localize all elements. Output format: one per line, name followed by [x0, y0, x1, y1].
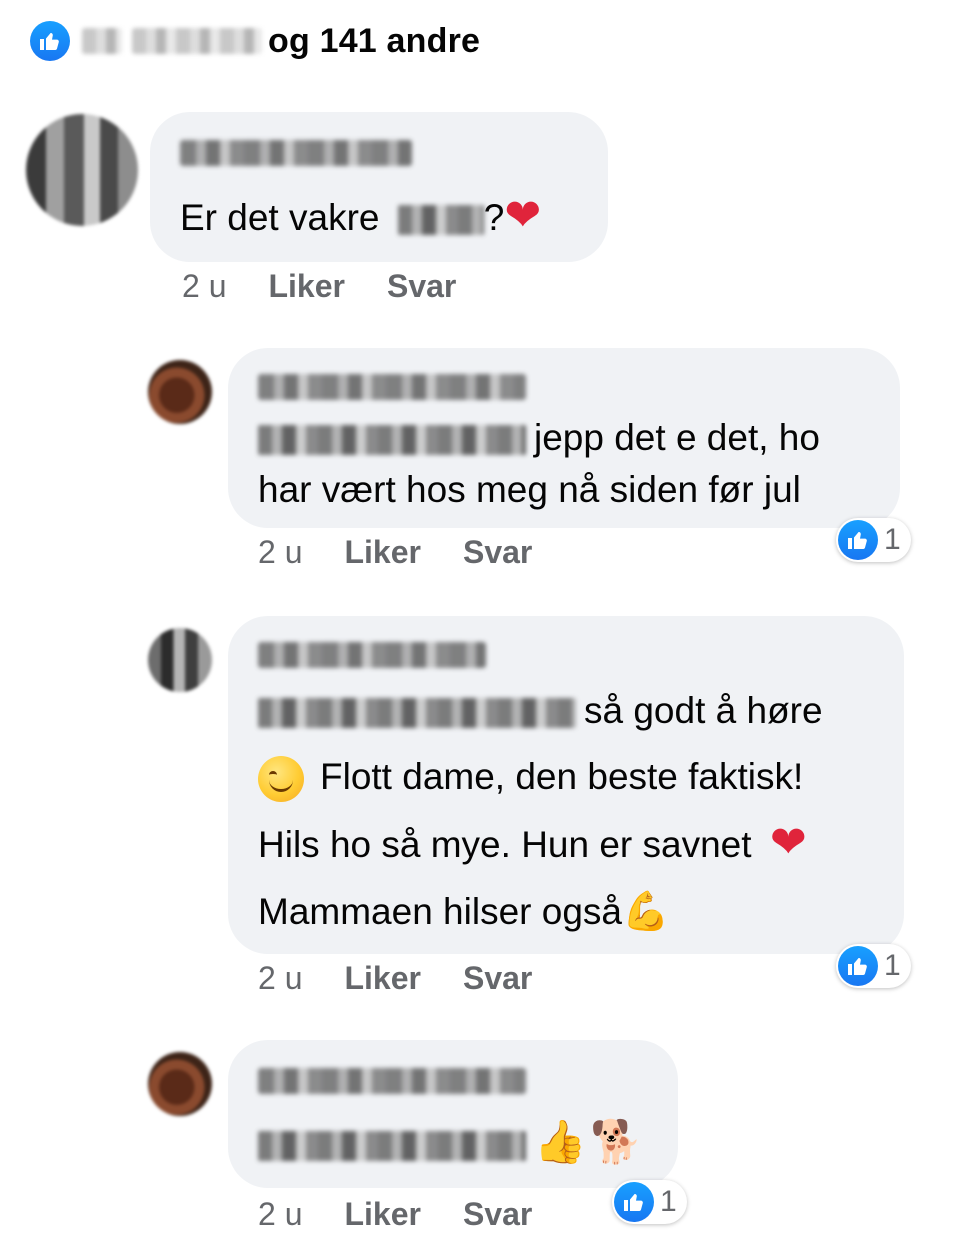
reaction-count[interactable]: 1	[836, 944, 911, 988]
avatar[interactable]	[26, 114, 138, 226]
thumbs-up-emoji: 👍	[534, 1117, 587, 1166]
comment-time[interactable]: 2 u	[258, 534, 302, 571]
mention-tag[interactable]	[258, 698, 576, 729]
comment-text: jepp det e det, ho har vært hos meg nå s…	[258, 417, 820, 510]
likes-summary[interactable]: og 141 andre	[30, 18, 480, 64]
comment-actions: 2 u Liker Svar	[258, 960, 574, 997]
comment-text: Er det vakre ?❤	[180, 190, 542, 241]
like-button[interactable]: Liker	[344, 534, 420, 571]
like-icon	[838, 946, 878, 986]
commenter-name[interactable]	[258, 374, 526, 400]
flexed-biceps-emoji: 💪	[621, 889, 670, 933]
like-button[interactable]: Liker	[344, 960, 420, 997]
reply-button[interactable]: Svar	[387, 268, 456, 305]
commenter-name[interactable]	[180, 140, 412, 166]
heart-emoji: ❤	[769, 817, 807, 868]
smiling-face-emoji	[258, 756, 304, 803]
like-icon	[614, 1182, 654, 1222]
comment-bubble: jepp det e det, ho har vært hos meg nå s…	[228, 348, 900, 528]
commenter-name[interactable]	[258, 1068, 526, 1094]
comment-time[interactable]: 2 u	[182, 268, 226, 305]
reply-button[interactable]: Svar	[463, 960, 532, 997]
mention-tag[interactable]	[258, 1131, 526, 1162]
blurred-name	[82, 28, 122, 54]
dog-emoji: 🐕	[590, 1117, 643, 1166]
comment-actions: 2 u Liker Svar	[258, 1196, 574, 1233]
comment-time[interactable]: 2 u	[258, 960, 302, 997]
comment-actions: 2 u Liker Svar	[258, 534, 574, 571]
avatar[interactable]	[148, 628, 212, 692]
avatar[interactable]	[148, 360, 212, 424]
reaction-count[interactable]: 1	[836, 518, 911, 562]
comment-actions: 2 u Liker Svar	[182, 268, 498, 305]
comment-time[interactable]: 2 u	[258, 1196, 302, 1233]
heart-emoji: ❤	[504, 190, 542, 241]
like-icon	[838, 520, 878, 560]
like-button[interactable]: Liker	[344, 1196, 420, 1233]
reaction-count[interactable]: 1	[612, 1180, 687, 1224]
comment-text: 👍🐕	[258, 1116, 643, 1170]
avatar[interactable]	[148, 1052, 212, 1116]
commenter-name[interactable]	[258, 642, 486, 668]
comment-text: så godt å høre Flott dame, den beste fak…	[258, 690, 823, 933]
mention-tag[interactable]	[258, 425, 526, 456]
comment-bubble: så godt å høre Flott dame, den beste fak…	[228, 616, 904, 954]
comment-bubble: 👍🐕	[228, 1040, 678, 1188]
reply-button[interactable]: Svar	[463, 534, 532, 571]
like-button[interactable]: Liker	[268, 268, 344, 305]
likes-count-text[interactable]: og 141 andre	[268, 22, 480, 61]
mention-tag[interactable]	[397, 205, 484, 236]
blurred-name	[132, 28, 262, 54]
like-icon	[30, 21, 70, 61]
reply-button[interactable]: Svar	[463, 1196, 532, 1233]
comment-bubble: Er det vakre ?❤	[150, 112, 608, 262]
